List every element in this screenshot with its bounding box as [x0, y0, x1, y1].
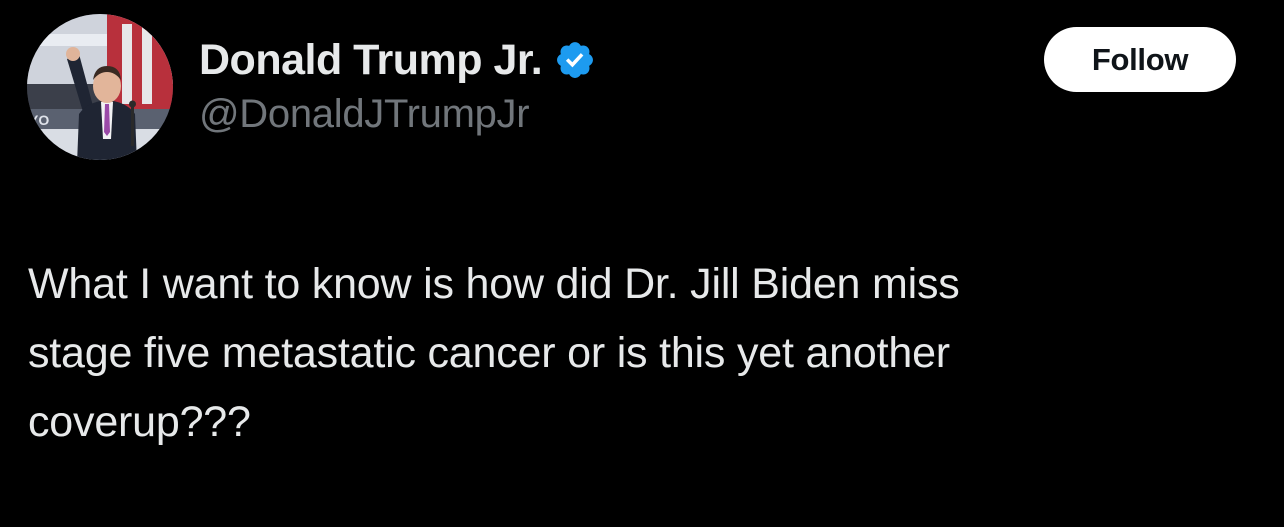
tweet-card: YO Donald Trump Jr. @DonaldJTrumpJr Foll… — [0, 0, 1284, 527]
avatar[interactable]: YO — [27, 14, 173, 160]
follow-button[interactable]: Follow — [1044, 27, 1236, 92]
tweet-text-line: coverup??? — [28, 398, 251, 446]
tweet-text-line: What I want to know is how did Dr. Jill … — [28, 260, 960, 308]
author-handle[interactable]: @DonaldJTrumpJr — [199, 92, 596, 137]
author-header: Donald Trump Jr. @DonaldJTrumpJr — [199, 32, 596, 137]
author-display-name[interactable]: Donald Trump Jr. — [199, 36, 543, 85]
profile-photo-icon: YO — [27, 14, 173, 160]
name-row: Donald Trump Jr. — [199, 32, 596, 88]
tweet-text: What I want to know is how did Dr. Jill … — [28, 250, 1268, 457]
svg-text:YO: YO — [29, 112, 49, 128]
tweet-text-line: stage five metastatic cancer or is this … — [28, 329, 950, 377]
verified-badge-icon — [554, 39, 596, 81]
